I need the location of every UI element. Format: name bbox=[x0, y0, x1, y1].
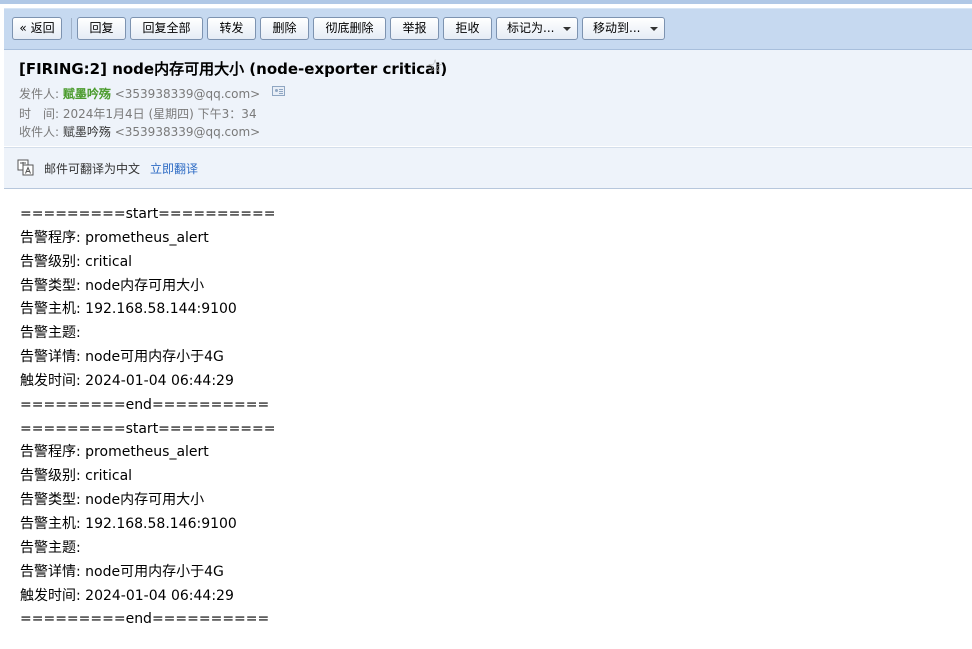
forward-button[interactable]: 转发 bbox=[207, 17, 256, 40]
sender-address: <353938339@qq.com> bbox=[114, 87, 261, 101]
translate-icon bbox=[17, 159, 34, 176]
body-line: 告警详情: node可用内存小于4G bbox=[20, 349, 224, 366]
chevron-down-icon bbox=[650, 27, 658, 31]
body-line: =========end========== bbox=[20, 611, 270, 628]
reply-all-button[interactable]: 回复全部 bbox=[130, 17, 203, 40]
body-line: 告警程序: prometheus_alert bbox=[20, 229, 209, 246]
translate-hint: 邮件可翻译为中文 bbox=[44, 162, 141, 176]
move-to-label: 移动到... bbox=[593, 21, 641, 35]
body-line: 触发时间: 2024-01-04 06:44:29 bbox=[20, 372, 234, 389]
mail-subject: [FIRING:2] node内存可用大小 (node-exporter cri… bbox=[19, 60, 448, 78]
body-line: =========start========== bbox=[20, 420, 276, 437]
sender-name[interactable]: 赋墨吟殇 bbox=[63, 87, 111, 101]
body-line: =========start========== bbox=[20, 206, 276, 222]
recipient-address: <353938339@qq.com> bbox=[114, 125, 261, 139]
move-to-dropdown[interactable]: 移动到... bbox=[582, 17, 665, 40]
delete-button[interactable]: 删除 bbox=[260, 17, 309, 40]
body-line: 告警级别: critical bbox=[20, 253, 133, 270]
to-row: 收件人: 赋墨吟殇 <353938339@qq.com> bbox=[19, 123, 260, 140]
translate-bar: 邮件可翻译为中文 立即翻译 bbox=[4, 147, 972, 189]
delete-forever-button[interactable]: 彻底删除 bbox=[313, 17, 386, 40]
from-row: 发件人: 赋墨吟殇 <353938339@qq.com> bbox=[19, 85, 260, 102]
recipient-name[interactable]: 赋墨吟殇 bbox=[63, 125, 111, 139]
chevron-down-icon bbox=[563, 27, 571, 31]
mail-toolbar: « 返回 回复 回复全部 转发 删除 彻底删除 举报 拒收 标记为... 移动到… bbox=[4, 8, 972, 50]
time-row: 时 间: 2024年1月4日 (星期四) 下午3：34 bbox=[19, 105, 257, 122]
from-label: 发件人: bbox=[19, 87, 60, 101]
body-line: 告警级别: critical bbox=[20, 468, 133, 485]
reject-button[interactable]: 拒收 bbox=[443, 17, 492, 40]
top-accent-bar bbox=[0, 0, 972, 4]
mark-as-dropdown[interactable]: 标记为... bbox=[496, 17, 578, 40]
to-label: 收件人: bbox=[19, 125, 60, 139]
contact-card-icon[interactable] bbox=[272, 86, 285, 96]
body-line: 告警类型: node内存可用大小 bbox=[20, 277, 205, 294]
body-line: 触发时间: 2024-01-04 06:44:29 bbox=[20, 587, 234, 604]
body-line: 告警类型: node内存可用大小 bbox=[20, 492, 205, 509]
back-button[interactable]: « 返回 bbox=[12, 17, 62, 40]
body-line: 告警主题: bbox=[20, 539, 86, 556]
body-line: =========end========== bbox=[20, 396, 270, 413]
translate-now-link[interactable]: 立即翻译 bbox=[150, 160, 198, 177]
mail-header: [FIRING:2] node内存可用大小 (node-exporter cri… bbox=[4, 50, 972, 146]
body-line: 告警主机: 192.168.58.144:9100 bbox=[20, 301, 237, 318]
mail-body: =========start========== 告警程序: prometheu… bbox=[20, 203, 276, 632]
reply-button[interactable]: 回复 bbox=[77, 17, 126, 40]
time-value: 2024年1月4日 (星期四) 下午3：34 bbox=[62, 107, 257, 121]
report-button[interactable]: 举报 bbox=[390, 17, 439, 40]
star-icon[interactable]: ☆ bbox=[427, 56, 443, 77]
mark-as-label: 标记为... bbox=[507, 21, 555, 35]
body-line: 告警主题: bbox=[20, 325, 86, 342]
body-line: 告警程序: prometheus_alert bbox=[20, 444, 209, 461]
body-line: 告警详情: node可用内存小于4G bbox=[20, 563, 224, 580]
time-label: 时 间: bbox=[19, 107, 60, 121]
toolbar-divider bbox=[71, 18, 72, 39]
body-line: 告警主机: 192.168.58.146:9100 bbox=[20, 515, 237, 532]
